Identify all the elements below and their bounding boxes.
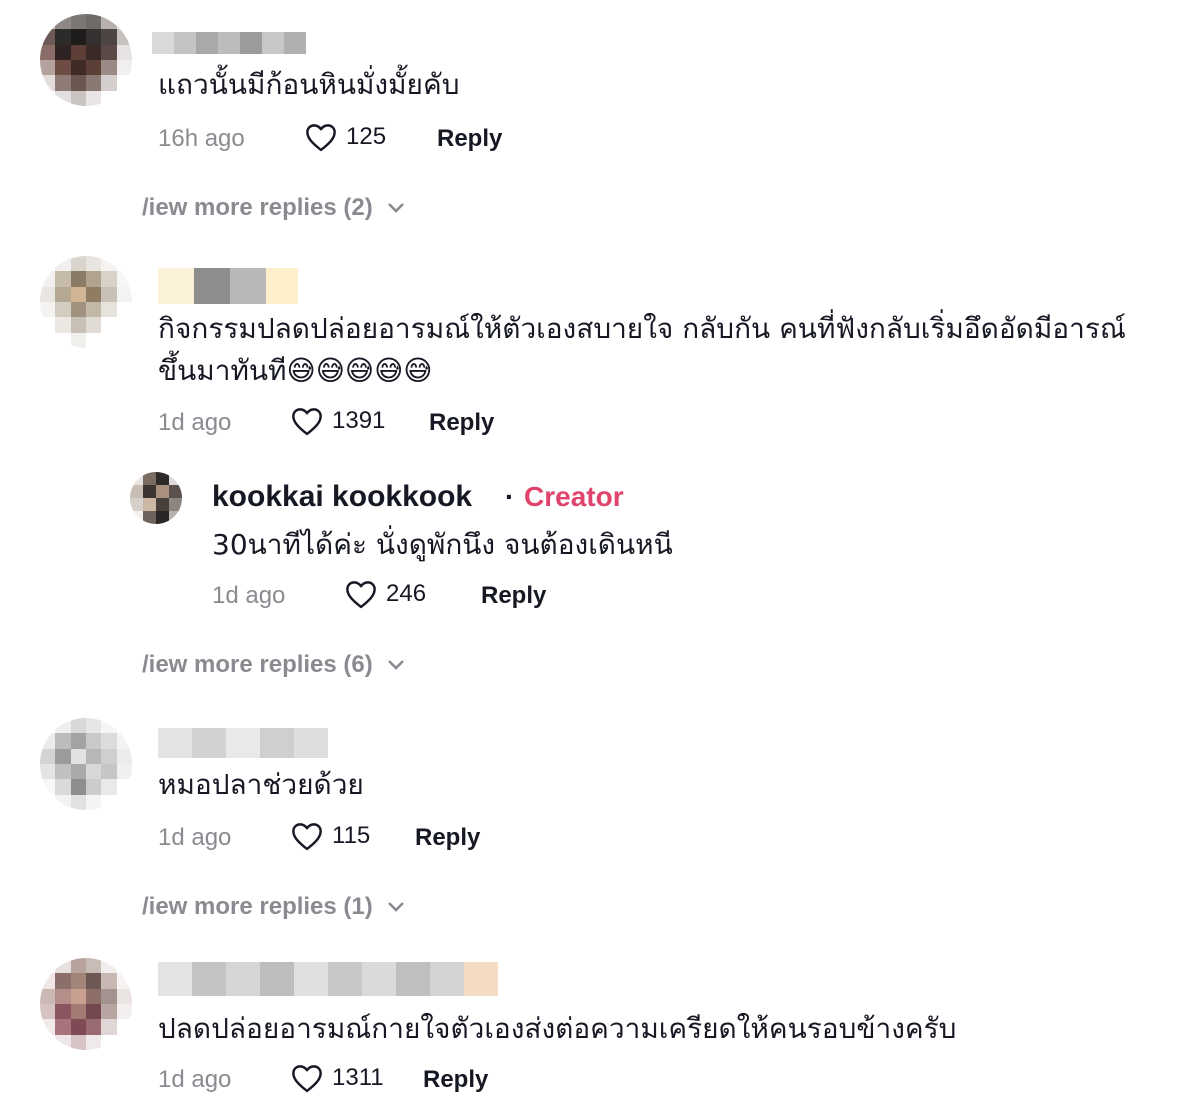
username-blurred[interactable] [158,962,498,996]
comment-time: 16h ago [158,125,245,152]
like-button[interactable]: 246 [344,579,426,609]
heart-outline-icon [292,1065,322,1093]
like-count: 1311 [332,1064,384,1091]
like-button[interactable]: 1311 [290,1063,384,1093]
heart-outline-icon [306,124,336,152]
like-count: 115 [332,822,371,849]
reply-button[interactable]: Reply [437,124,502,154]
avatar[interactable] [40,718,132,810]
like-button[interactable]: 1391 [290,406,385,436]
reply-time: 1d ago [212,582,286,609]
comment-text: ปลดปล่อยอารมณ์กายใจตัวเองส่งต่อความเครีย… [158,1012,957,1045]
view-more-replies[interactable]: /iew more replies (6) [142,651,405,679]
like-count: 1391 [332,407,386,434]
avatar[interactable] [40,256,132,348]
reply-button[interactable]: Reply [481,581,546,611]
username-blurred[interactable] [158,268,298,304]
like-count: 246 [386,580,427,607]
comment-time: 1d ago [158,409,232,436]
creator-badge: Creator [524,481,624,512]
comment-text: แถวนั้นมีก้อนหินมั่งมั้ยคับ [158,68,460,101]
comment-time: 1d ago [158,1066,232,1093]
comment-text: หมอปลาช่วยด้วย [158,768,364,801]
creator-avatar[interactable] [130,472,182,524]
creator-name[interactable]: kookkai kookkook [212,480,472,514]
chevron-down-icon [387,902,404,912]
view-more-replies[interactable]: /iew more replies (1) [142,893,405,921]
heart-outline-icon [292,823,322,851]
like-button[interactable]: 115 [290,821,370,851]
like-count: 125 [346,123,387,150]
chevron-down-icon [387,660,404,670]
chevron-down-icon [387,203,404,213]
username-blurred[interactable] [152,32,306,54]
reply-button[interactable]: Reply [423,1065,488,1095]
username-blurred[interactable] [158,728,328,758]
comment-text-line: กิจกรรมปลดปล่อยอารมณ์ให้ตัวเองสบายใจ กลั… [158,312,1126,345]
view-more-replies[interactable]: /iew more replies (2) [142,194,405,222]
avatar[interactable] [40,958,132,1050]
heart-outline-icon [346,581,376,609]
comment-time: 1d ago [158,824,232,851]
view-more-label: /iew more replies (6) [142,651,373,678]
reply-button[interactable]: Reply [429,408,494,438]
creator-reply-text: 30นาทีได้ค่ะ นั่งดูพักนึง จนต้องเดินหนี [212,528,673,561]
view-more-label: /iew more replies (1) [142,893,373,920]
reply-button[interactable]: Reply [415,823,480,853]
comment-text-line: ขึ้นมาทันที😅😅😅😅😅 [158,354,433,387]
like-button[interactable]: 125 [304,122,386,152]
avatar[interactable] [40,14,132,106]
heart-outline-icon [292,408,322,436]
separator-dot: · [505,481,515,512]
view-more-label: /iew more replies (2) [142,194,373,221]
